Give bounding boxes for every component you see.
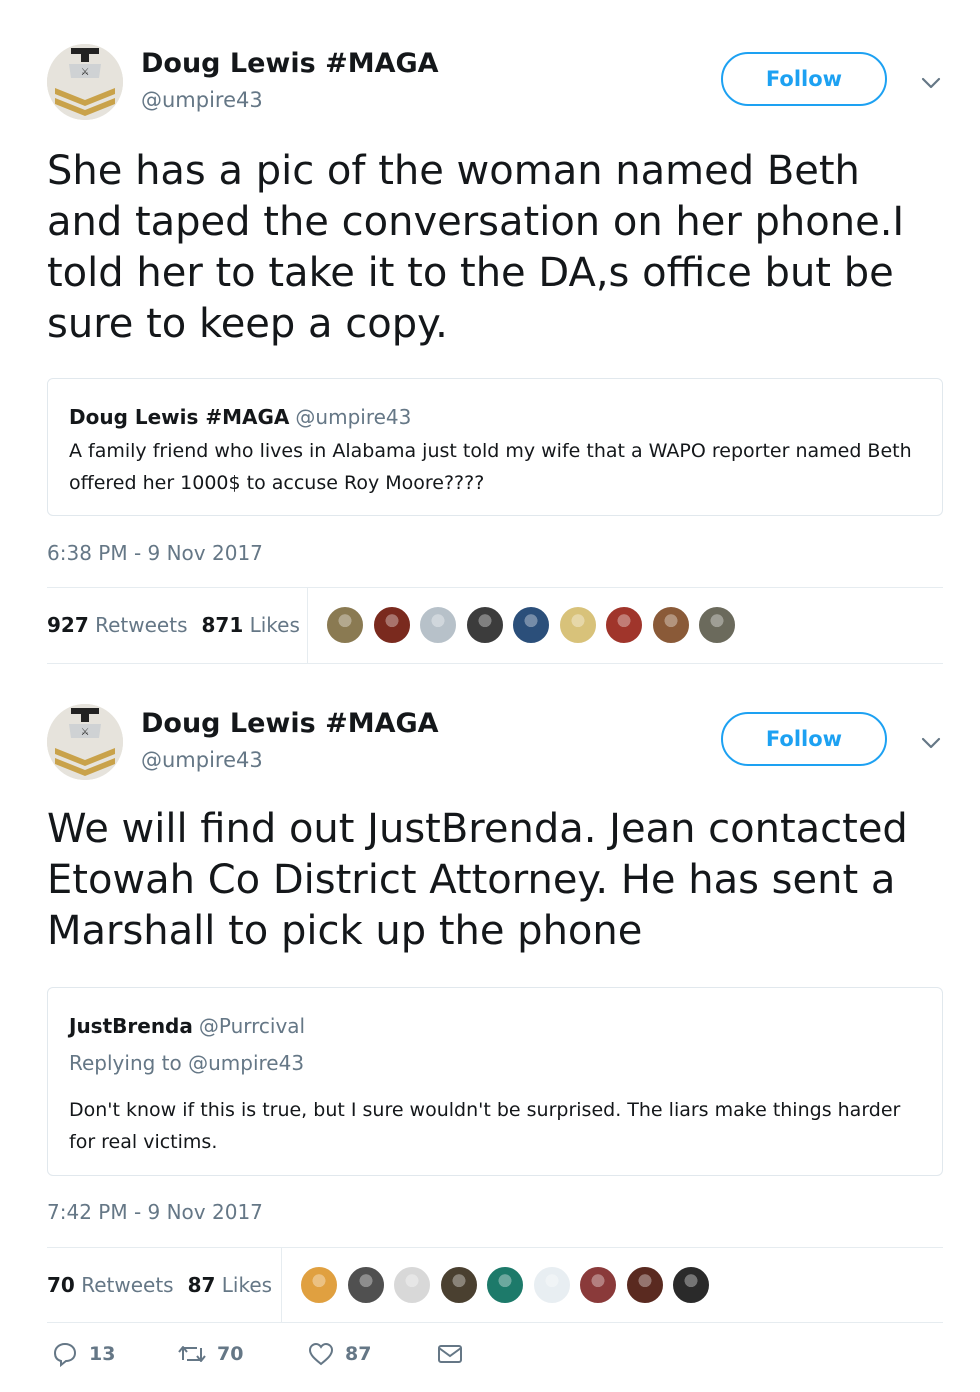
liker-avatar[interactable] <box>697 605 737 645</box>
reply-count: 13 <box>89 1343 116 1365</box>
tweet-actions: 13 70 87 <box>47 1340 547 1380</box>
message-icon <box>438 1345 462 1363</box>
avatar[interactable]: ⚔ <box>47 704 123 780</box>
follow-button[interactable]: Follow <box>721 52 887 106</box>
retweet-icon <box>178 1346 206 1362</box>
liker-avatar[interactable] <box>438 1265 479 1305</box>
replying-to[interactable]: Replying to @umpire43 <box>69 1051 304 1075</box>
likes-count: 87 <box>187 1273 216 1297</box>
liker-avatar[interactable] <box>371 605 412 645</box>
liker-avatar[interactable] <box>557 605 598 645</box>
quoted-text: Don't know if this is true, but I sure w… <box>69 1099 901 1153</box>
liker-avatar[interactable] <box>511 605 551 645</box>
svg-text:⚔: ⚔ <box>81 727 90 738</box>
quoted-text: A family friend who lives in Alabama jus… <box>69 440 912 494</box>
reply-icon <box>53 1342 77 1368</box>
follow-button[interactable]: Follow <box>721 712 887 766</box>
like-button[interactable]: 87 <box>307 1340 371 1368</box>
retweets-stat[interactable]: 927 Retweets <box>47 613 187 637</box>
tweet-stats: 70 Retweets 87 Likes <box>47 1273 272 1297</box>
divider <box>47 1247 943 1248</box>
retweets-label: Retweets <box>81 1273 174 1297</box>
liker-avatar[interactable] <box>578 1265 618 1305</box>
divider <box>47 1322 943 1323</box>
liker-avatar[interactable] <box>345 1265 386 1305</box>
tweet-text: She has a pic of the woman named Beth an… <box>47 148 905 347</box>
quoted-author: Doug Lewis #MAGA @umpire43 <box>69 405 411 429</box>
divider <box>47 663 943 664</box>
likes-stat[interactable]: 87 Likes <box>188 1273 273 1297</box>
chevron-down-icon[interactable] <box>918 70 944 96</box>
likes-label: Likes <box>221 1273 273 1297</box>
liker-avatar[interactable] <box>325 605 365 645</box>
likes-label: Likes <box>249 613 300 637</box>
timestamp[interactable]: 7:42 PM - 9 Nov 2017 <box>47 1200 263 1224</box>
stats-divider <box>281 1248 282 1322</box>
liker-avatar[interactable] <box>418 605 458 645</box>
liker-avatar[interactable] <box>671 1265 711 1305</box>
retweets-stat[interactable]: 70 Retweets <box>47 1273 174 1297</box>
retweet-count: 70 <box>217 1343 244 1365</box>
retweets-count: 927 <box>47 613 89 637</box>
divider <box>47 587 943 588</box>
like-count: 87 <box>345 1343 372 1365</box>
quoted-author-name: JustBrenda <box>69 1014 193 1038</box>
retweets-count: 70 <box>47 1273 75 1297</box>
liker-avatar[interactable] <box>624 1265 665 1305</box>
quoted-author-handle: @umpire43 <box>295 405 412 429</box>
svg-text:⚔: ⚔ <box>81 67 90 78</box>
quoted-author-name: Doug Lewis #MAGA <box>69 405 290 429</box>
liker-avatar[interactable] <box>485 1265 525 1305</box>
likes-count: 871 <box>201 613 244 637</box>
likes-stat[interactable]: 871 Likes <box>201 613 299 637</box>
chevron-badge-icon: ⚔ <box>47 44 123 120</box>
tweet-stats: 927 Retweets 871 Likes <box>47 613 300 637</box>
liker-avatars <box>325 605 745 645</box>
like-icon <box>308 1342 334 1366</box>
message-button[interactable] <box>436 1340 464 1368</box>
avatar[interactable]: ⚔ <box>47 44 123 120</box>
liker-avatar[interactable] <box>604 605 644 645</box>
retweet-button[interactable]: 70 <box>177 1340 243 1368</box>
liker-avatar[interactable] <box>392 1265 432 1305</box>
quoted-tweet[interactable]: JustBrenda @Purrcival Replying to @umpire… <box>47 987 943 1176</box>
author-handle[interactable]: @umpire43 <box>141 88 263 112</box>
liker-avatar[interactable] <box>531 1265 572 1305</box>
reply-button[interactable]: 13 <box>51 1340 115 1368</box>
liker-avatar[interactable] <box>299 1265 339 1305</box>
author-name[interactable]: Doug Lewis #MAGA <box>141 48 439 79</box>
quoted-tweet[interactable]: Doug Lewis #MAGA @umpire43 A family frien… <box>47 378 943 516</box>
chevron-badge-icon: ⚔ <box>47 704 123 780</box>
author-name[interactable]: Doug Lewis #MAGA <box>141 708 439 739</box>
author-handle[interactable]: @umpire43 <box>141 748 263 772</box>
tweet-text: We will find out JustBrenda. Jean contac… <box>47 806 908 954</box>
liker-avatars <box>299 1265 719 1305</box>
liker-avatar[interactable] <box>464 605 505 645</box>
quoted-author: JustBrenda @Purrcival <box>69 1014 305 1038</box>
liker-avatar[interactable] <box>650 605 691 645</box>
quoted-author-handle: @Purrcival <box>198 1014 306 1038</box>
chevron-down-icon[interactable] <box>918 730 944 756</box>
timestamp[interactable]: 6:38 PM - 9 Nov 2017 <box>47 541 263 565</box>
retweets-label: Retweets <box>95 613 188 637</box>
stats-divider <box>307 588 308 663</box>
